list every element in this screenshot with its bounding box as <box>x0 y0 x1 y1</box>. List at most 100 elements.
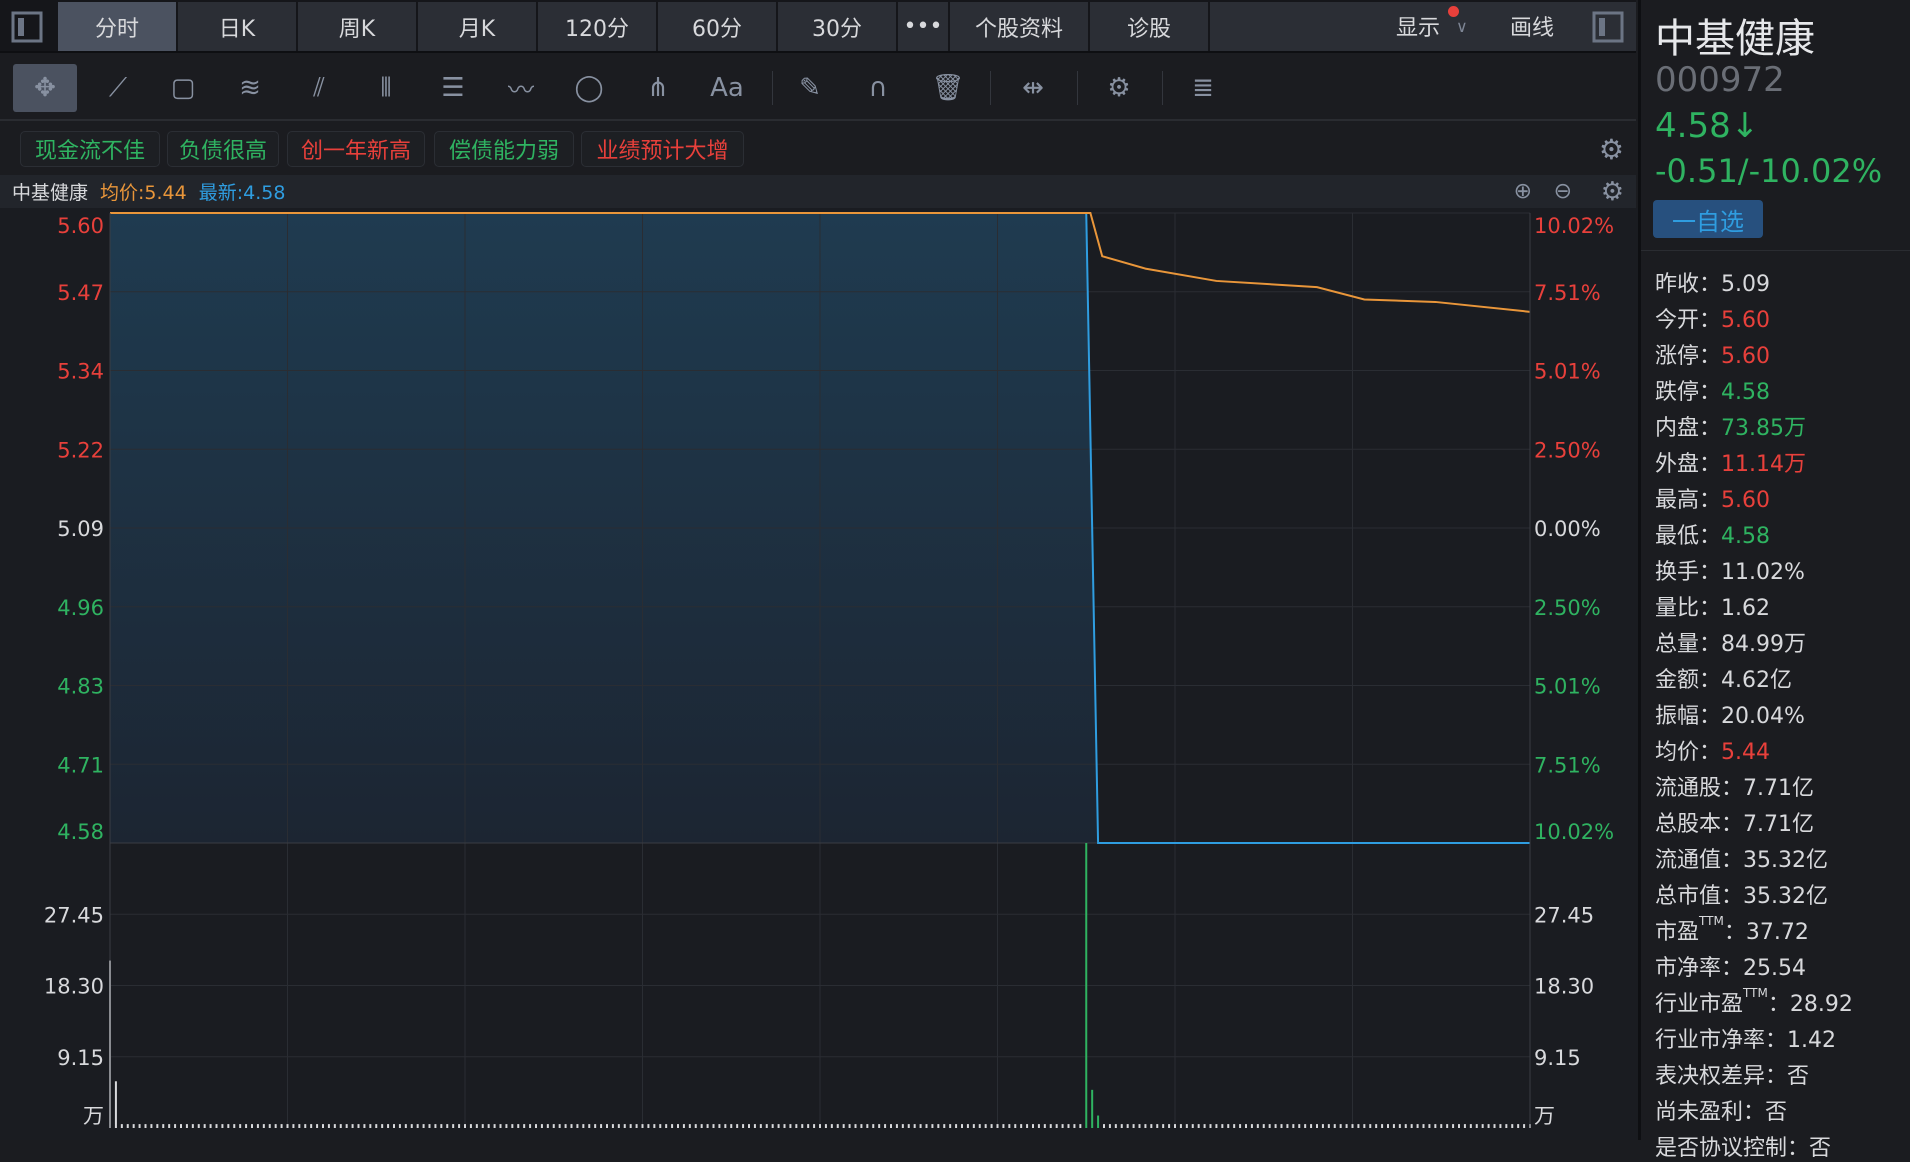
volume-bar <box>824 1124 827 1128</box>
tab-diagnosis[interactable]: 诊股 <box>1090 2 1208 51</box>
layers-icon[interactable]: ≣ <box>1171 64 1235 112</box>
tab-period-6[interactable]: 30分 <box>778 2 896 51</box>
more-tabs-button[interactable]: ••• <box>898 2 948 51</box>
tab-period-4[interactable]: 120分 <box>538 2 656 51</box>
trash-icon[interactable]: 🗑 <box>916 64 980 112</box>
volume-bar <box>801 1124 804 1128</box>
stat-value: 11.14万 <box>1721 452 1806 477</box>
tab-period-1[interactable]: 日K <box>178 2 296 51</box>
stat-value: 28.92 <box>1789 992 1853 1017</box>
stat-label: 市净率： <box>1655 956 1744 981</box>
volume-bar <box>162 1124 165 1128</box>
right-panel-toggle-icon[interactable] <box>1588 6 1628 48</box>
move-icon[interactable]: ✥ <box>13 64 77 112</box>
stat-label: 总股本： <box>1655 812 1744 837</box>
zoom-out-icon[interactable]: ⊖ <box>1554 179 1572 204</box>
rectangle-icon[interactable]: ▢ <box>151 64 215 112</box>
zoom-in-icon[interactable]: ⊕ <box>1514 179 1532 204</box>
volume-bar <box>1410 1124 1413 1128</box>
volume-bar <box>327 1124 330 1128</box>
tags-settings-icon[interactable]: ⚙ <box>1599 133 1624 166</box>
tab-period-3[interactable]: 月K <box>418 2 536 51</box>
volume-bar <box>878 1124 881 1128</box>
stock-tag[interactable]: 现金流不佳 <box>20 131 160 167</box>
channel-icon[interactable]: ⫽ <box>287 64 351 112</box>
volume-bar <box>1499 1124 1502 1128</box>
volume-bar <box>197 1124 200 1128</box>
stat-value: 35.32亿 <box>1743 848 1828 873</box>
volume-bar <box>694 1124 697 1128</box>
stat-value: 7.71亿 <box>1743 812 1815 837</box>
volume-bar <box>1221 1124 1224 1128</box>
stat-value: 否 <box>1787 1064 1810 1089</box>
intraday-chart[interactable]: 5.60 10.02% 5.47 7.51% 5.34 5.01% 5.22 2.50% 5.0… <box>0 208 1640 1140</box>
volume-bar <box>1475 1124 1478 1128</box>
line-segment-icon[interactable]: ⟋ <box>86 64 150 112</box>
volume-bar <box>606 1124 608 1128</box>
stat-row: 换手：11.02% <box>1655 554 1805 586</box>
eraser-icon[interactable]: ✎ <box>778 64 842 112</box>
stat-label: 尚未盈利： <box>1655 1100 1766 1125</box>
volume-bar <box>700 1124 703 1128</box>
chart-settings-icon[interactable]: ⚙ <box>1601 177 1624 207</box>
tab-stock-profile[interactable]: 个股资料 <box>950 2 1088 51</box>
volume-bar <box>1073 1124 1076 1128</box>
fit-width-icon[interactable]: ⇹ <box>1001 64 1065 112</box>
volume-bar <box>1156 1124 1159 1128</box>
volume-bar <box>1227 1124 1230 1128</box>
wave-icon[interactable]: 〰 <box>489 64 553 112</box>
tab-period-2[interactable]: 周K <box>298 2 416 51</box>
vertical-lines-icon[interactable]: ⦀ <box>354 64 418 112</box>
stat-row: 最高：5.60 <box>1655 482 1770 514</box>
volume-bar <box>304 1124 307 1128</box>
stock-tag[interactable]: 负债很高 <box>167 131 279 167</box>
avg-price-label: 均价:5.44 <box>100 182 187 204</box>
volume-bar <box>1091 1089 1094 1128</box>
volume-bar <box>1481 1124 1484 1128</box>
stock-tag[interactable]: 创一年新高 <box>287 131 425 167</box>
volume-bar <box>464 1124 466 1128</box>
volume-bar <box>907 1124 910 1128</box>
volume-bar <box>292 1124 295 1128</box>
volume-bar <box>487 1124 490 1128</box>
volume-bar <box>256 1124 259 1128</box>
volume-bar <box>724 1124 727 1128</box>
magnet-icon[interactable]: ∩ <box>846 64 910 112</box>
settings-icon[interactable]: ⚙ <box>1087 64 1151 112</box>
pitchfork-icon[interactable]: ⋔ <box>626 64 690 112</box>
display-dropdown[interactable]: 显示 ∨ <box>1396 6 1468 42</box>
volume-bar <box>535 1124 537 1128</box>
volume-bar <box>617 1124 620 1128</box>
text-icon[interactable]: Aa <box>695 64 759 112</box>
volume-bar <box>1097 1115 1100 1128</box>
tab-period-0[interactable]: 分时 <box>58 2 176 51</box>
ellipse-icon[interactable]: ◯ <box>557 64 621 112</box>
stat-value: 5.60 <box>1721 488 1770 513</box>
fan-icon[interactable]: ≋ <box>218 64 282 112</box>
volume-bar <box>185 1124 188 1128</box>
stock-tag[interactable]: 偿债能力弱 <box>434 131 574 167</box>
volume-bar <box>546 1124 549 1128</box>
left-panel-toggle-icon[interactable] <box>4 6 50 48</box>
volume-tick-label: 18.30 <box>1534 975 1594 999</box>
pct-tick-label: 2.50% <box>1534 438 1601 462</box>
volume-bar <box>1120 1124 1123 1128</box>
volume-bar <box>1245 1124 1247 1128</box>
volume-bar <box>1333 1124 1336 1128</box>
volume-bar <box>227 1124 230 1128</box>
volume-bar <box>1428 1124 1431 1128</box>
remove-watchlist-button[interactable]: 一自选 <box>1653 200 1763 238</box>
divider <box>1641 250 1910 251</box>
stat-value: 1.42 <box>1787 1028 1836 1053</box>
draw-line-button[interactable]: 画线 <box>1510 10 1554 42</box>
stat-row: 总市值：35.32亿 <box>1655 878 1828 910</box>
chart-header: 中基健康 均价:5.44 最新:4.58 ⊕ ⊖ ⚙ <box>0 175 1636 208</box>
stock-tag[interactable]: 业绩预计大增 <box>581 131 744 167</box>
stat-label-sup: TTM <box>1743 986 1768 1000</box>
stat-row: 总量：84.99万 <box>1655 626 1806 658</box>
volume-bar <box>1274 1124 1277 1128</box>
tab-period-5[interactable]: 60分 <box>658 2 776 51</box>
gann-icon[interactable]: ☰ <box>421 64 485 112</box>
volume-bar <box>890 1124 892 1128</box>
volume-bar <box>1327 1124 1330 1128</box>
